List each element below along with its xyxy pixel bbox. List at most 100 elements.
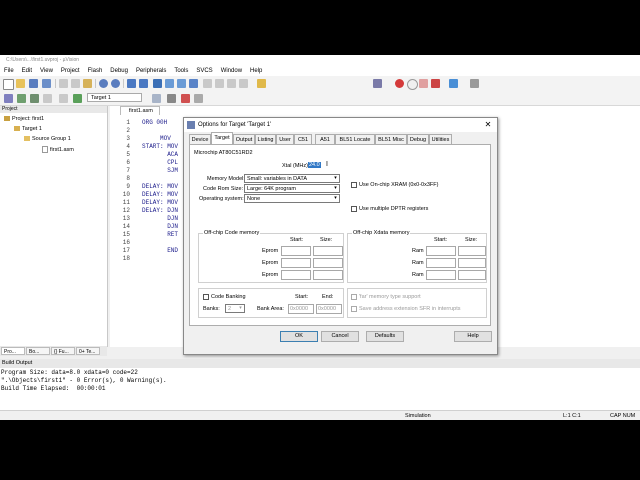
tree-item-source-group[interactable]: Source Group 1 [24,136,71,142]
ram-start-field[interactable] [426,246,456,256]
manage-project-icon[interactable] [167,94,176,103]
tree-item-project[interactable]: Project: first1 [4,116,44,122]
code-line[interactable]: END [142,247,178,255]
code-line[interactable]: DJN [142,215,178,223]
editor-tab[interactable]: first1.asm [120,106,160,115]
eprom-start-field[interactable] [281,270,311,280]
redo-icon[interactable] [111,79,120,88]
bank-end-field[interactable]: 0x0000 [316,304,342,314]
kill-breakpoints-icon[interactable] [431,79,440,88]
tab-user[interactable]: User [276,134,294,144]
menu-flash[interactable]: Flash [84,66,107,76]
menu-edit[interactable]: Edit [18,66,36,76]
code-line[interactable]: CPL [142,159,178,167]
code-line[interactable]: DELAY: MOV [142,191,178,199]
configure-icon[interactable] [470,79,479,88]
cut-icon[interactable] [59,79,68,88]
tab-output[interactable]: Output [233,134,255,144]
uncomment-icon[interactable] [239,79,248,88]
tab-target[interactable]: Target [211,132,233,144]
find-in-files-icon[interactable] [257,79,266,88]
rebuild-icon[interactable] [30,94,39,103]
bookmark-next-icon[interactable] [177,79,186,88]
tab-bl51-locate[interactable]: BL51 Locate [335,134,375,144]
file-extensions-icon[interactable] [181,94,190,103]
defaults-button[interactable]: Defaults [366,331,404,342]
nav-back-icon[interactable] [127,79,136,88]
debug-session-icon[interactable] [395,79,404,88]
target-select[interactable]: Target 1 [87,93,142,102]
ram-size-field[interactable] [458,258,486,268]
code-rom-select[interactable]: Large: 64K program ▾ [244,184,340,193]
tree-item-target[interactable]: Target 1 [14,126,42,132]
unindent-icon[interactable] [215,79,224,88]
eprom-size-field[interactable] [313,246,343,256]
tab-listing[interactable]: Listing [255,134,276,144]
tab-c51[interactable]: C51 [294,134,312,144]
tab-templates[interactable]: 0+ Te... [76,347,100,355]
batch-build-icon[interactable] [43,94,52,103]
bookmark-icon[interactable] [153,79,162,88]
breakpoint-icon[interactable] [407,79,418,90]
banks-select[interactable]: 2 ▾ [225,304,245,313]
eprom-start-field[interactable] [281,258,311,268]
cancel-button[interactable]: Cancel [321,331,359,342]
component-icon[interactable] [194,94,203,103]
tab-device[interactable]: Device [189,134,211,144]
clear-breakpoints-icon[interactable] [419,79,428,88]
code-line[interactable]: ACA [142,151,178,159]
code-line[interactable]: DELAY: MOV [142,199,178,207]
memory-model-select[interactable]: Small: variables in DATA ▾ [244,174,340,183]
save-address-checkbox[interactable] [351,306,357,312]
code-line[interactable]: START: MOV [142,143,178,151]
ram-size-field[interactable] [458,270,486,280]
comment-icon[interactable] [227,79,236,88]
menu-view[interactable]: View [36,66,57,76]
build-icon[interactable] [17,94,26,103]
paste-icon[interactable] [83,79,92,88]
close-icon[interactable]: ✕ [483,119,493,131]
save-all-icon[interactable] [42,79,51,88]
tab-project[interactable]: Pro... [1,347,25,355]
tree-item-file[interactable]: first1.asm [42,146,74,153]
bank-start-field[interactable]: 0x0000 [288,304,314,314]
tab-a51[interactable]: A51 [315,134,335,144]
indent-icon[interactable] [203,79,212,88]
undo-icon[interactable] [99,79,108,88]
far-memory-checkbox[interactable] [351,294,357,300]
build-output-pane[interactable]: Program Size: data=8.0 xdata=0 code=22 "… [0,368,640,411]
tab-utilities[interactable]: Utilities [429,134,452,144]
menu-tools[interactable]: Tools [170,66,192,76]
new-file-icon[interactable] [3,79,14,90]
onchip-xram-checkbox[interactable] [351,182,357,188]
menu-window[interactable]: Window [217,66,246,76]
menu-project[interactable]: Project [57,66,84,76]
code-line[interactable]: ORG 00H [142,119,167,127]
target-options-icon[interactable] [152,94,161,103]
eprom-start-field[interactable] [281,246,311,256]
tab-functions[interactable]: {} Fu... [51,347,75,355]
xtal-field[interactable]: 24.0 [306,161,338,170]
open-folder-icon[interactable] [16,79,25,88]
stop-build-icon[interactable] [59,94,68,103]
menu-svcs[interactable]: SVCS [192,66,216,76]
tab-books[interactable]: Bo... [26,347,50,355]
code-line[interactable]: DJN [142,223,178,231]
download-icon[interactable] [73,94,82,103]
ram-start-field[interactable] [426,258,456,268]
code-banking-checkbox[interactable] [203,294,209,300]
menu-debug[interactable]: Debug [106,66,132,76]
os-select[interactable]: None ▾ [244,194,340,203]
code-line[interactable]: DELAY: DJN [142,207,178,215]
tab-debug[interactable]: Debug [407,134,429,144]
bookmark-clear-icon[interactable] [189,79,198,88]
eprom-size-field[interactable] [313,270,343,280]
menu-file[interactable]: File [0,66,18,76]
code-line[interactable]: SJM [142,167,178,175]
ram-start-field[interactable] [426,270,456,280]
menu-peripherals[interactable]: Peripherals [132,66,170,76]
ok-button[interactable]: OK [280,331,318,342]
copy-icon[interactable] [71,79,80,88]
multiple-dptr-checkbox[interactable] [351,206,357,212]
window-layout-icon[interactable] [449,79,458,88]
